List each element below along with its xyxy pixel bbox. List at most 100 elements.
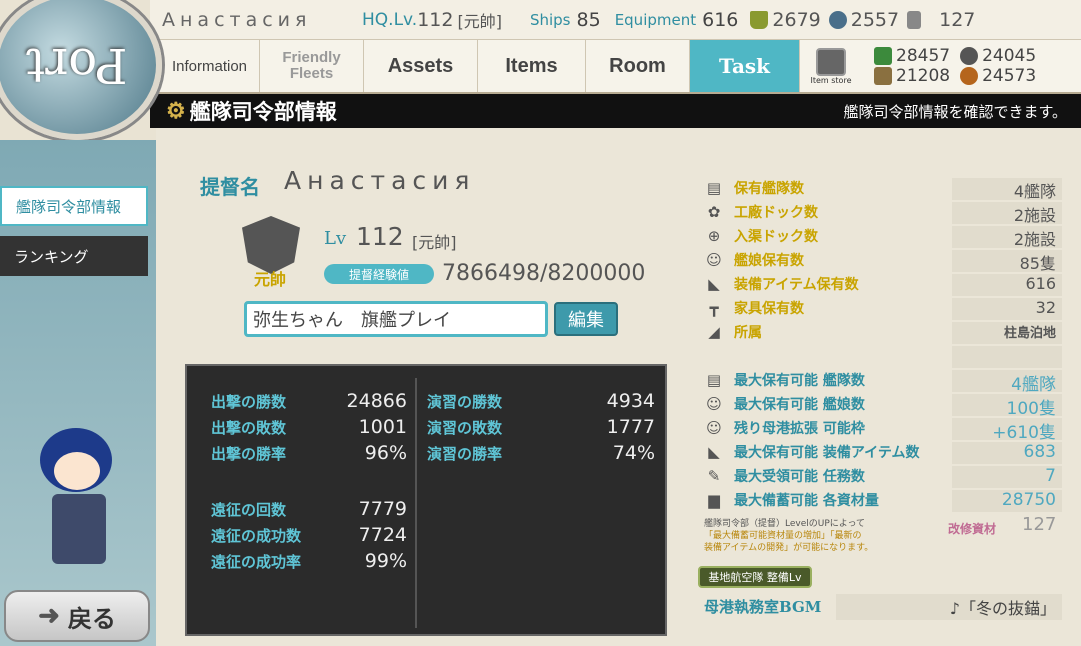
main-panel: 提督名 Анастасия 元帥 Lv 112 [元帥] 提督経験値 78664… <box>156 128 1081 646</box>
equipment-label: Equipment <box>614 10 697 29</box>
record-row: 遠征の成功率 99% <box>211 550 407 572</box>
gear-icon: ✿ <box>707 203 721 221</box>
screw-icon <box>907 10 922 29</box>
girl-icon: ☺ <box>706 419 722 437</box>
stat-row: ✿ 工廠ドック数 2施設 <box>704 200 1062 225</box>
max-stat-row: ✎ 最大受領可能 任務数 7 <box>704 464 1062 488</box>
max-stat-row: ☺ 最大保有可能 艦娘数 100隻 <box>704 392 1062 419</box>
emblem-rank-text: 元帥 <box>254 270 287 289</box>
equip-icon: ◣ <box>708 275 720 293</box>
port-label: Port <box>26 37 128 93</box>
rank-emblem-icon: 元帥 <box>232 212 310 292</box>
back-arrow-icon: ➜ <box>38 601 60 631</box>
devmat-resource: 2557 <box>828 9 899 31</box>
comment-input[interactable]: 弥生ちゃん 旗艦プレイ <box>244 301 548 337</box>
record-row: 演習の勝数 4934 <box>427 390 655 412</box>
stat-row: ⊕ 入渠ドック数 2施設 <box>704 224 1062 249</box>
nav-bar: Information Friendly Fleets Assets Items… <box>150 40 1081 94</box>
record-row: 遠征の回数 7779 <box>211 498 407 520</box>
tab-assets[interactable]: Assets <box>364 40 478 92</box>
ships-value: 85 <box>576 8 601 31</box>
equipment-value: 616 <box>702 8 739 31</box>
improvement-material-label: 改修資材 <box>948 522 997 536</box>
back-button[interactable]: ➜ 戻る <box>4 590 150 642</box>
tab-friendly-fleets[interactable]: Friendly Fleets <box>260 40 364 92</box>
land-base-maintenance-button[interactable]: 基地航空隊 整備Lv <box>698 566 812 588</box>
bauxite-resource: 24573 <box>960 66 1036 86</box>
tab-information[interactable]: Information <box>150 40 260 92</box>
page-title: 艦隊司令部情報 <box>189 99 337 124</box>
port-button[interactable]: Port <box>0 0 162 140</box>
record-row: 演習の勝率 74% <box>427 442 655 464</box>
fuel-icon <box>874 47 892 65</box>
improvement-material-value: 127 <box>1022 514 1057 535</box>
record-row: 遠征の成功数 7724 <box>211 524 407 546</box>
exp-value: 7866498/8200000 <box>442 261 646 286</box>
quill-icon: ✎ <box>707 467 721 485</box>
max-stat-row: ▆ 最大備蓄可能 各資材量 28750 <box>704 488 1062 512</box>
resource-panel: 28457 24045 21208 24573 <box>862 40 1036 92</box>
steel-resource: 21208 <box>874 66 950 86</box>
devmat-icon <box>828 10 847 29</box>
bauxite-icon <box>960 67 979 85</box>
max-stat-row: ▤ 最大保有可能 艦隊数 4艦隊 <box>704 368 1062 395</box>
fleet-icon: ▤ <box>706 179 722 197</box>
screw-resource: 127 <box>907 9 975 31</box>
tab-task[interactable]: Task <box>690 40 800 92</box>
girl-icon: ☺ <box>706 251 722 269</box>
bgm-label: 母港執務室BGM <box>704 598 822 616</box>
page-subtitle: 艦隊司令部情報を確認できます。 <box>843 102 1067 121</box>
record-row: 演習の敗数 1777 <box>427 416 655 438</box>
fuel-resource: 28457 <box>874 46 950 66</box>
hq-rank: [元帥] <box>457 11 502 31</box>
level-value: 112 <box>356 222 404 251</box>
hq-label: HQ.Lv. <box>362 9 418 30</box>
admiral-name-header: Анастасия <box>162 8 312 31</box>
fleet-icon: ▤ <box>706 371 722 389</box>
bucket-icon <box>750 10 769 29</box>
base-icon: ◢ <box>708 323 720 341</box>
bgm-select[interactable]: ♪「冬の抜錨」 <box>836 594 1062 620</box>
record-divider <box>415 378 417 628</box>
equip-icon: ◣ <box>708 443 720 461</box>
ammo-resource: 24045 <box>960 46 1036 66</box>
rank-text: [元帥] <box>412 233 457 252</box>
stat-row-blank <box>704 344 1062 368</box>
sidebar-item-ranking[interactable]: ランキング <box>0 236 148 276</box>
steel-icon <box>874 67 892 85</box>
girl-icon: ☺ <box>706 395 722 413</box>
tab-items[interactable]: Items <box>478 40 586 92</box>
record-row: 出撃の敗数 1001 <box>211 416 407 438</box>
gear-icon: ⚙ <box>166 98 186 124</box>
record-row: 出撃の勝数 24866 <box>211 390 407 412</box>
bucket-resource: 2679 <box>750 9 821 31</box>
stat-row: ◢ 所属 柱島泊地 <box>704 320 1062 344</box>
repair-icon: ⊕ <box>707 227 721 245</box>
level-up-note: 艦隊司令部（提督）LevelのUPによって 「最大備蓄可能資材量の増加」「最新の… <box>704 519 874 553</box>
ships-label: Ships <box>529 10 571 29</box>
furniture-icon: ┳ <box>709 299 719 317</box>
exp-badge: 提督経験値 <box>324 264 434 284</box>
stat-row: ▤ 保有艦隊数 4艦隊 <box>704 176 1062 201</box>
page-title-bar: ⚙ 艦隊司令部情報 艦隊司令部情報を確認できます。 <box>150 94 1081 128</box>
max-stat-row: ◣ 最大保有可能 装備アイテム数 683 <box>704 440 1062 464</box>
secretary-ship-character[interactable] <box>22 408 142 588</box>
stat-row: ☺ 艦娘保有数 85隻 <box>704 248 1062 273</box>
sidebar-item-hq-info[interactable]: 艦隊司令部情報 <box>0 186 148 226</box>
admiral-name: Анастасия <box>284 166 476 195</box>
record-row: 出撃の勝率 96% <box>211 442 407 464</box>
stat-row: ◣ 装備アイテム保有数 616 <box>704 272 1062 296</box>
stat-row: ┳ 家具保有数 32 <box>704 296 1062 320</box>
sidebar: 艦隊司令部情報 ランキング ➜ 戻る <box>0 140 156 646</box>
header-bar: Анастасия HQ.Lv. 112 [元帥] Ships 85 Equip… <box>150 0 1081 40</box>
tab-room[interactable]: Room <box>586 40 690 92</box>
max-stat-row: ☺ 残り母港拡張 可能枠 +610隻 <box>704 416 1062 443</box>
ammo-icon <box>960 47 979 65</box>
level-label: Lv <box>324 228 347 249</box>
storage-icon: ▆ <box>708 491 720 509</box>
admiral-name-label: 提督名 <box>200 175 260 199</box>
store-icon <box>816 47 846 76</box>
edit-comment-button[interactable]: 編集 <box>554 302 618 336</box>
battle-record-panel: 出撃の勝数 24866 出撃の敗数 1001 出撃の勝率 96% 遠征の回数 7779 … <box>185 364 667 636</box>
item-store-button[interactable]: Item store <box>800 40 862 92</box>
